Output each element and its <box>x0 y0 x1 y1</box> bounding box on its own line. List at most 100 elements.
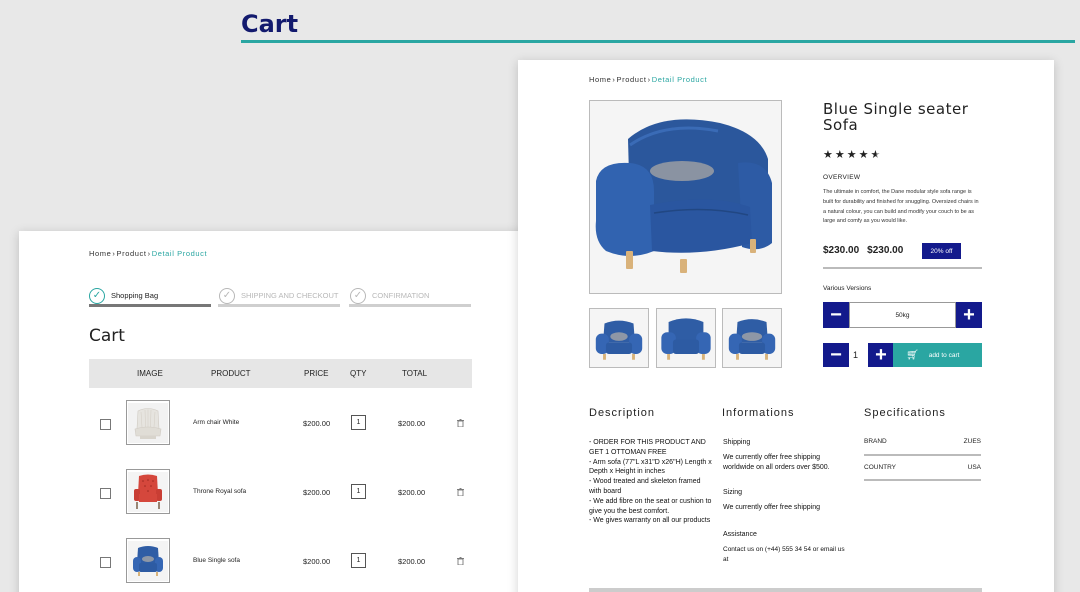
breadcrumb-current: Detail Product <box>651 75 708 84</box>
cart-icon: 🛒︎ <box>906 349 919 361</box>
red-throne-chair-image <box>128 471 168 512</box>
product-price: $200.00 <box>303 419 331 428</box>
divider <box>864 479 981 481</box>
star-icon: ★ <box>858 149 871 161</box>
sizing-text: We currently offer free shipping <box>723 504 821 511</box>
quantity-increment-button[interactable]: + <box>868 343 894 367</box>
cart-panel: Home›Product›Detail Product ✓ Shopping B… <box>19 231 529 592</box>
cart-heading: Cart <box>89 326 125 346</box>
spec-value: USA <box>967 464 981 471</box>
overview-text: The ultimate in comfort, the Dane modula… <box>823 189 979 225</box>
title-underline <box>241 40 1075 43</box>
divider <box>823 267 982 269</box>
minus-icon: − <box>830 304 842 326</box>
product-thumbnail[interactable] <box>126 400 170 445</box>
breadcrumb: Home›Product›Detail Product <box>589 75 708 84</box>
product-price: $200.00 <box>303 488 331 497</box>
blue-armchair-image <box>657 309 715 367</box>
price-group: $230.00 $230.00 <box>823 245 903 256</box>
row-checkbox[interactable] <box>100 488 111 499</box>
breadcrumb-home[interactable]: Home <box>89 249 111 258</box>
step-label: SHIPPING AND CHECKOUT <box>241 291 339 300</box>
spec-key: COUNTRY <box>864 464 897 471</box>
minus-icon: − <box>830 344 842 366</box>
spec-value: ZUES <box>963 438 981 445</box>
plus-icon: + <box>875 344 887 366</box>
breadcrumb-home[interactable]: Home <box>589 75 611 84</box>
check-circle-icon: ✓ <box>89 287 105 304</box>
product-thumbnail[interactable] <box>126 538 170 583</box>
check-circle-icon: ✓ <box>350 287 366 304</box>
product-main-image[interactable] <box>589 100 782 294</box>
discount-badge: 20% off <box>922 243 961 259</box>
spec-key: BRAND <box>864 438 887 445</box>
star-rating: ★★★★★ <box>823 148 882 161</box>
quantity-value[interactable]: 1 <box>853 350 858 360</box>
assistance-text: Contact us on (+44) 555 34 54 or email u… <box>723 546 845 563</box>
breadcrumb-product[interactable]: Product <box>117 249 147 258</box>
col-image: IMAGE <box>137 369 163 378</box>
row-total: $200.00 <box>398 557 426 566</box>
row-checkbox[interactable] <box>100 419 111 430</box>
product-name[interactable]: Blue Single sofa <box>193 557 240 564</box>
shipping-text: We currently offer free shipping worldwi… <box>723 454 830 471</box>
product-thumbnail[interactable] <box>126 469 170 514</box>
product-thumbnail[interactable] <box>722 308 782 368</box>
product-thumbnail[interactable] <box>656 308 716 368</box>
table-row: Throne Royal sofa $200.00 1 $200.00 <box>89 468 472 518</box>
table-row: Blue Single sofa $200.00 1 $200.00 <box>89 537 472 587</box>
version-decrement-button[interactable]: − <box>823 302 849 328</box>
blue-armchair-image <box>590 101 781 293</box>
bottom-divider <box>589 588 982 592</box>
col-total: TOTAL <box>402 369 428 378</box>
product-name[interactable]: Arm chair White <box>193 419 239 426</box>
specifications-heading: Specifications <box>864 407 946 419</box>
description-line: - Wood treated and skeleton framed with … <box>589 478 701 495</box>
original-price: $230.00 <box>867 245 904 256</box>
quantity-input[interactable]: 1 <box>351 484 366 499</box>
step-label: CONFIRMATION <box>372 291 430 300</box>
trash-icon[interactable] <box>457 557 464 565</box>
page-title: Cart <box>241 10 299 38</box>
blue-armchair-image <box>590 309 648 367</box>
half-star-icon: ★ <box>870 149 883 161</box>
step-progress-bar <box>218 304 340 307</box>
star-icon: ★ <box>834 149 847 161</box>
quantity-input[interactable]: 1 <box>351 415 366 430</box>
plus-icon: + <box>963 304 975 326</box>
assistance-label: Assistance <box>723 531 757 538</box>
add-to-cart-button[interactable]: 🛒︎ add to cart <box>893 343 982 367</box>
step-progress-bar <box>349 304 471 307</box>
divider <box>864 454 981 456</box>
col-product: PRODUCT <box>211 369 251 378</box>
table-row: Arm chair White $200.00 1 $200.00 <box>89 399 472 449</box>
breadcrumb-current: Detail Product <box>151 249 208 258</box>
breadcrumb: Home›Product›Detail Product <box>89 249 208 258</box>
overview-label: OVERVIEW <box>823 174 861 181</box>
trash-icon[interactable] <box>457 419 464 427</box>
description-heading: Description <box>589 407 656 419</box>
white-armchair-image <box>128 402 168 443</box>
quantity-decrement-button[interactable]: − <box>823 343 849 367</box>
product-thumbnail[interactable] <box>589 308 649 368</box>
description-line: - We add fibre on the seat or cushion to… <box>589 497 712 515</box>
description-line: - We gives warranty on all our products <box>589 517 711 525</box>
row-total: $200.00 <box>398 419 426 428</box>
quantity-input[interactable]: 1 <box>351 553 366 568</box>
table-header: IMAGE PRODUCT PRICE QTY TOTAL <box>89 359 472 388</box>
product-detail-panel: Home›Product›Detail Product Blue Single … <box>518 60 1054 592</box>
product-price: $200.00 <box>303 557 331 566</box>
col-qty: QTY <box>350 369 367 378</box>
product-name[interactable]: Throne Royal sofa <box>193 488 246 495</box>
product-title: Blue Single seater Sofa <box>823 100 969 134</box>
row-checkbox[interactable] <box>100 557 111 568</box>
informations-heading: Informations <box>722 407 795 419</box>
breadcrumb-product[interactable]: Product <box>617 75 647 84</box>
product-price: $230.00 <box>823 245 860 256</box>
version-increment-button[interactable]: + <box>956 302 982 328</box>
step-label: Shopping Bag <box>111 291 159 300</box>
add-to-cart-label: add to cart <box>928 351 960 359</box>
version-selector[interactable]: 50kg <box>849 302 956 328</box>
trash-icon[interactable] <box>457 488 464 496</box>
shipping-label: Shipping <box>723 439 751 446</box>
